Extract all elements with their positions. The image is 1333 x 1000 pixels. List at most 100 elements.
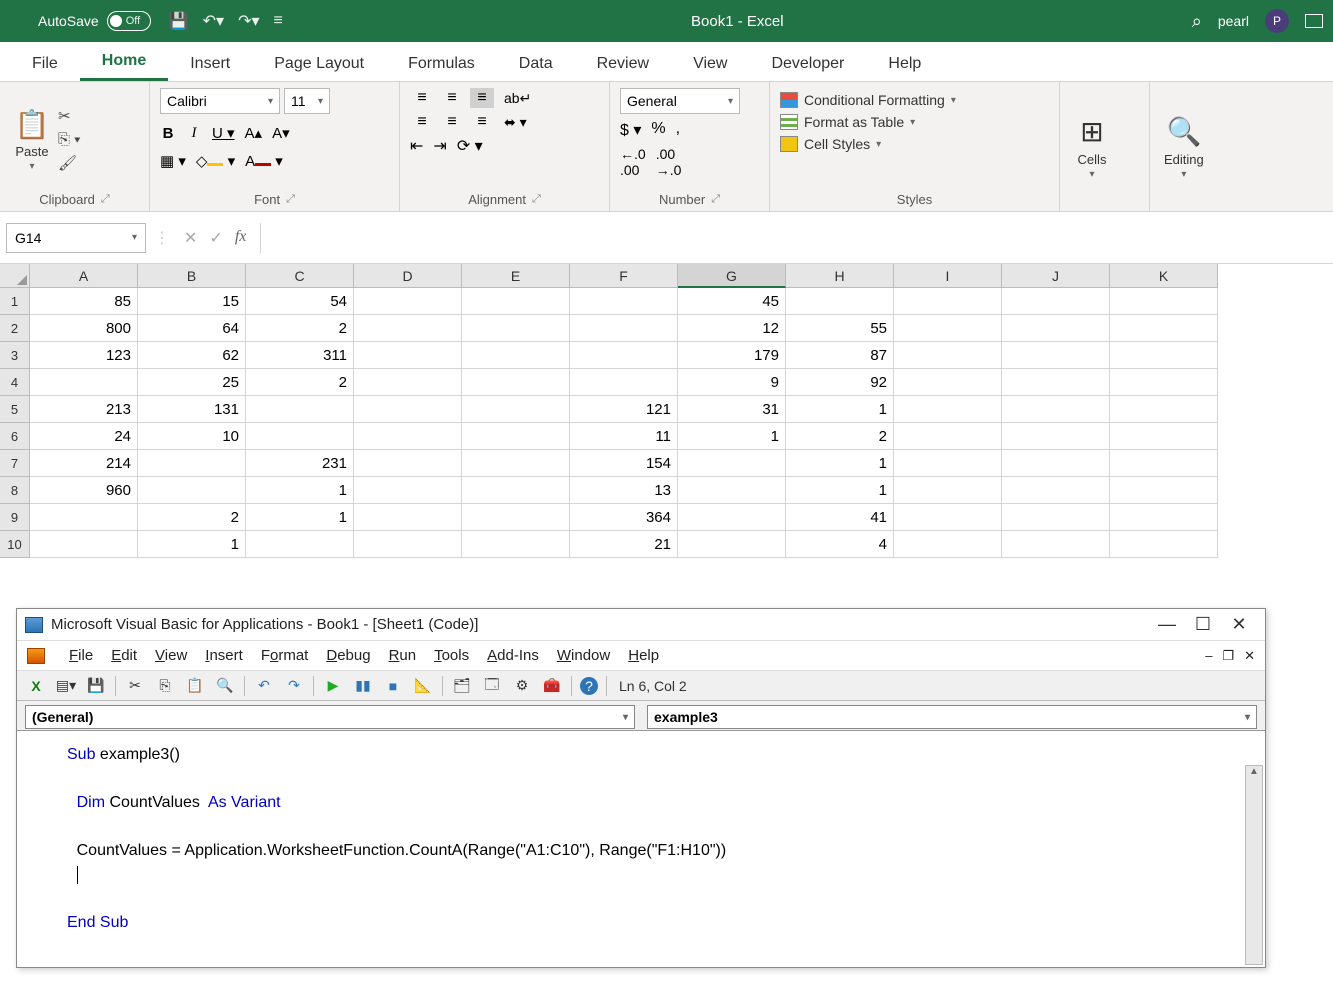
enter-formula-icon[interactable]: ✓: [209, 228, 222, 248]
cell-H6[interactable]: 2: [786, 423, 894, 450]
cell-B9[interactable]: 2: [138, 504, 246, 531]
row-header-1[interactable]: 1: [0, 288, 30, 315]
cell-F7[interactable]: 154: [570, 450, 678, 477]
cell-H4[interactable]: 92: [786, 369, 894, 396]
row-header-4[interactable]: 4: [0, 369, 30, 396]
cell-J9[interactable]: [1002, 504, 1110, 531]
cell-A1[interactable]: 85: [30, 288, 138, 315]
vba-help-icon[interactable]: ?: [580, 677, 598, 695]
cell-J4[interactable]: [1002, 369, 1110, 396]
user-avatar[interactable]: P: [1265, 9, 1289, 33]
cell-D10[interactable]: [354, 531, 462, 558]
cell-G1[interactable]: 45: [678, 288, 786, 315]
vba-menu-help[interactable]: Help: [628, 647, 659, 664]
cell-B5[interactable]: 131: [138, 396, 246, 423]
cell-I3[interactable]: [894, 342, 1002, 369]
cell-D7[interactable]: [354, 450, 462, 477]
cell-D5[interactable]: [354, 396, 462, 423]
tab-home[interactable]: Home: [80, 42, 168, 81]
number-format-dropdown[interactable]: General▾: [620, 88, 740, 114]
cancel-formula-icon[interactable]: ✕: [184, 228, 197, 248]
vba-run-icon[interactable]: ▶: [322, 676, 344, 696]
cell-K10[interactable]: [1110, 531, 1218, 558]
column-header-I[interactable]: I: [894, 264, 1002, 288]
cell-F1[interactable]: [570, 288, 678, 315]
cell-C7[interactable]: 231: [246, 450, 354, 477]
cell-E6[interactable]: [462, 423, 570, 450]
align-bottom-icon[interactable]: ≡: [470, 88, 494, 108]
vba-break-icon[interactable]: ▮▮: [352, 676, 374, 696]
comma-icon[interactable]: ,: [676, 120, 680, 140]
cell-C4[interactable]: 2: [246, 369, 354, 396]
cell-D9[interactable]: [354, 504, 462, 531]
column-header-F[interactable]: F: [570, 264, 678, 288]
cell-G2[interactable]: 12: [678, 315, 786, 342]
borders-icon[interactable]: ▦ ▾: [160, 152, 186, 170]
vba-menu-insert[interactable]: Insert: [205, 647, 243, 664]
cell-F3[interactable]: [570, 342, 678, 369]
increase-decimal-icon[interactable]: ←.0.00: [620, 146, 646, 178]
column-header-G[interactable]: G: [678, 264, 786, 288]
cell-D6[interactable]: [354, 423, 462, 450]
tab-help[interactable]: Help: [866, 45, 943, 81]
cell-C5[interactable]: [246, 396, 354, 423]
vba-paste-icon[interactable]: 📋: [184, 676, 206, 696]
row-header-6[interactable]: 6: [0, 423, 30, 450]
cell-G6[interactable]: 1: [678, 423, 786, 450]
cell-H8[interactable]: 1: [786, 477, 894, 504]
decrease-decimal-icon[interactable]: .00→.0: [656, 146, 682, 178]
cell-E1[interactable]: [462, 288, 570, 315]
vba-menu-format[interactable]: Format: [261, 647, 309, 664]
vba-reset-icon[interactable]: ■: [382, 676, 404, 696]
ribbon-display-icon[interactable]: [1305, 14, 1323, 28]
cell-G4[interactable]: 9: [678, 369, 786, 396]
cell-E7[interactable]: [462, 450, 570, 477]
cell-H2[interactable]: 55: [786, 315, 894, 342]
cell-B7[interactable]: [138, 450, 246, 477]
cell-G3[interactable]: 179: [678, 342, 786, 369]
vba-minimize-icon[interactable]: —: [1149, 614, 1185, 635]
cell-E9[interactable]: [462, 504, 570, 531]
cell-A10[interactable]: [30, 531, 138, 558]
row-header-9[interactable]: 9: [0, 504, 30, 531]
row-header-7[interactable]: 7: [0, 450, 30, 477]
cell-A3[interactable]: 123: [30, 342, 138, 369]
cell-J10[interactable]: [1002, 531, 1110, 558]
cell-D4[interactable]: [354, 369, 462, 396]
vba-cut-icon[interactable]: ✂: [124, 676, 146, 696]
align-center-icon[interactable]: ≡: [440, 112, 464, 132]
cell-F10[interactable]: 21: [570, 531, 678, 558]
vba-properties-icon[interactable]: 🗔: [481, 676, 503, 696]
cell-E4[interactable]: [462, 369, 570, 396]
row-header-10[interactable]: 10: [0, 531, 30, 558]
vba-maximize-icon[interactable]: ☐: [1185, 614, 1221, 635]
cell-J1[interactable]: [1002, 288, 1110, 315]
vba-excel-icon[interactable]: X: [25, 676, 47, 696]
decrease-indent-icon[interactable]: ⇤: [410, 136, 423, 156]
cell-D8[interactable]: [354, 477, 462, 504]
vba-mdi-minimize-icon[interactable]: –: [1205, 648, 1212, 664]
row-header-8[interactable]: 8: [0, 477, 30, 504]
vba-menu-run[interactable]: Run: [389, 647, 417, 664]
undo-icon[interactable]: ↶▾: [203, 11, 224, 31]
cell-J5[interactable]: [1002, 396, 1110, 423]
cells-button[interactable]: ⊞Cells▾: [1070, 88, 1114, 205]
select-all-corner[interactable]: [0, 264, 30, 288]
cell-D1[interactable]: [354, 288, 462, 315]
cell-A7[interactable]: 214: [30, 450, 138, 477]
cell-G7[interactable]: [678, 450, 786, 477]
vba-insert-module-icon[interactable]: ▤▾: [55, 676, 77, 696]
vba-object-dropdown[interactable]: (General)▾: [25, 705, 635, 729]
tab-data[interactable]: Data: [497, 45, 575, 81]
cell-K1[interactable]: [1110, 288, 1218, 315]
cell-G10[interactable]: [678, 531, 786, 558]
cell-K3[interactable]: [1110, 342, 1218, 369]
vba-code-editor[interactable]: Sub example3() Dim CountValues As Varian…: [17, 731, 1265, 947]
cell-H9[interactable]: 41: [786, 504, 894, 531]
vba-design-icon[interactable]: 📐: [412, 676, 434, 696]
column-header-B[interactable]: B: [138, 264, 246, 288]
cell-K2[interactable]: [1110, 315, 1218, 342]
cell-I4[interactable]: [894, 369, 1002, 396]
cell-A2[interactable]: 800: [30, 315, 138, 342]
vba-scrollbar[interactable]: ▲: [1245, 765, 1263, 965]
